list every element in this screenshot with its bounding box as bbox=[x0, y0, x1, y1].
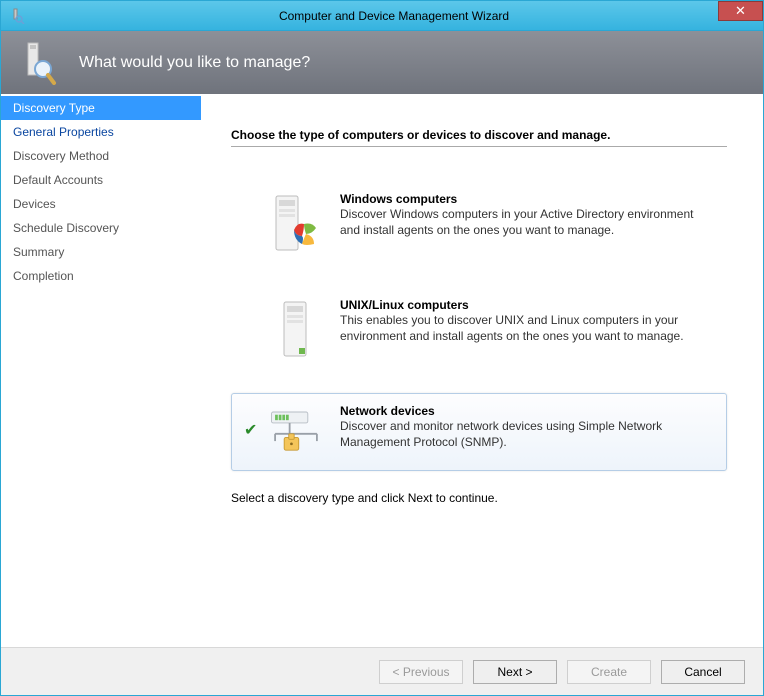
step-general-properties[interactable]: General Properties bbox=[1, 120, 201, 144]
next-button[interactable]: Next > bbox=[473, 660, 557, 684]
titlebar: Computer and Device Management Wizard ✕ bbox=[1, 1, 763, 31]
option-unix-linux-computers[interactable]: ✔ UNIX/Linux computers This enables you … bbox=[231, 287, 727, 373]
step-completion: Completion bbox=[1, 264, 201, 288]
option-desc: Discover Windows computers in your Activ… bbox=[340, 206, 714, 238]
wizard-footer: < Previous Next > Create Cancel bbox=[1, 647, 763, 695]
option-title: UNIX/Linux computers bbox=[340, 298, 714, 312]
create-button: Create bbox=[567, 660, 651, 684]
step-schedule-discovery: Schedule Discovery bbox=[1, 216, 201, 240]
windows-computers-icon bbox=[266, 192, 326, 256]
content-hint: Select a discovery type and click Next t… bbox=[231, 491, 727, 505]
step-discovery-type[interactable]: Discovery Type bbox=[1, 96, 201, 120]
step-discovery-method: Discovery Method bbox=[1, 144, 201, 168]
wizard-body: Discovery Type General Properties Discov… bbox=[1, 94, 763, 647]
wizard-content: Choose the type of computers or devices … bbox=[201, 94, 763, 647]
option-network-devices[interactable]: ✔ Network devices bbox=[231, 393, 727, 471]
previous-button: < Previous bbox=[379, 660, 463, 684]
banner-icon bbox=[21, 41, 57, 85]
step-default-accounts: Default Accounts bbox=[1, 168, 201, 192]
check-icon: ✔ bbox=[244, 420, 262, 440]
option-windows-computers[interactable]: ✔ Windows computers Discove bbox=[231, 181, 727, 267]
cancel-button[interactable]: Cancel bbox=[661, 660, 745, 684]
step-devices: Devices bbox=[1, 192, 201, 216]
network-devices-icon bbox=[266, 404, 326, 460]
content-title: Choose the type of computers or devices … bbox=[231, 128, 727, 147]
option-title: Network devices bbox=[340, 404, 714, 418]
wizard-banner: What would you like to manage? bbox=[1, 31, 763, 94]
step-summary: Summary bbox=[1, 240, 201, 264]
unix-linux-computers-icon bbox=[266, 298, 326, 362]
app-icon bbox=[9, 8, 25, 24]
option-desc: This enables you to discover UNIX and Li… bbox=[340, 312, 714, 344]
option-desc: Discover and monitor network devices usi… bbox=[340, 418, 714, 450]
banner-heading: What would you like to manage? bbox=[79, 54, 310, 72]
wizard-steps-sidebar: Discovery Type General Properties Discov… bbox=[1, 94, 201, 647]
option-title: Windows computers bbox=[340, 192, 714, 206]
close-button[interactable]: ✕ bbox=[718, 1, 763, 21]
window-title: Computer and Device Management Wizard bbox=[25, 9, 763, 23]
